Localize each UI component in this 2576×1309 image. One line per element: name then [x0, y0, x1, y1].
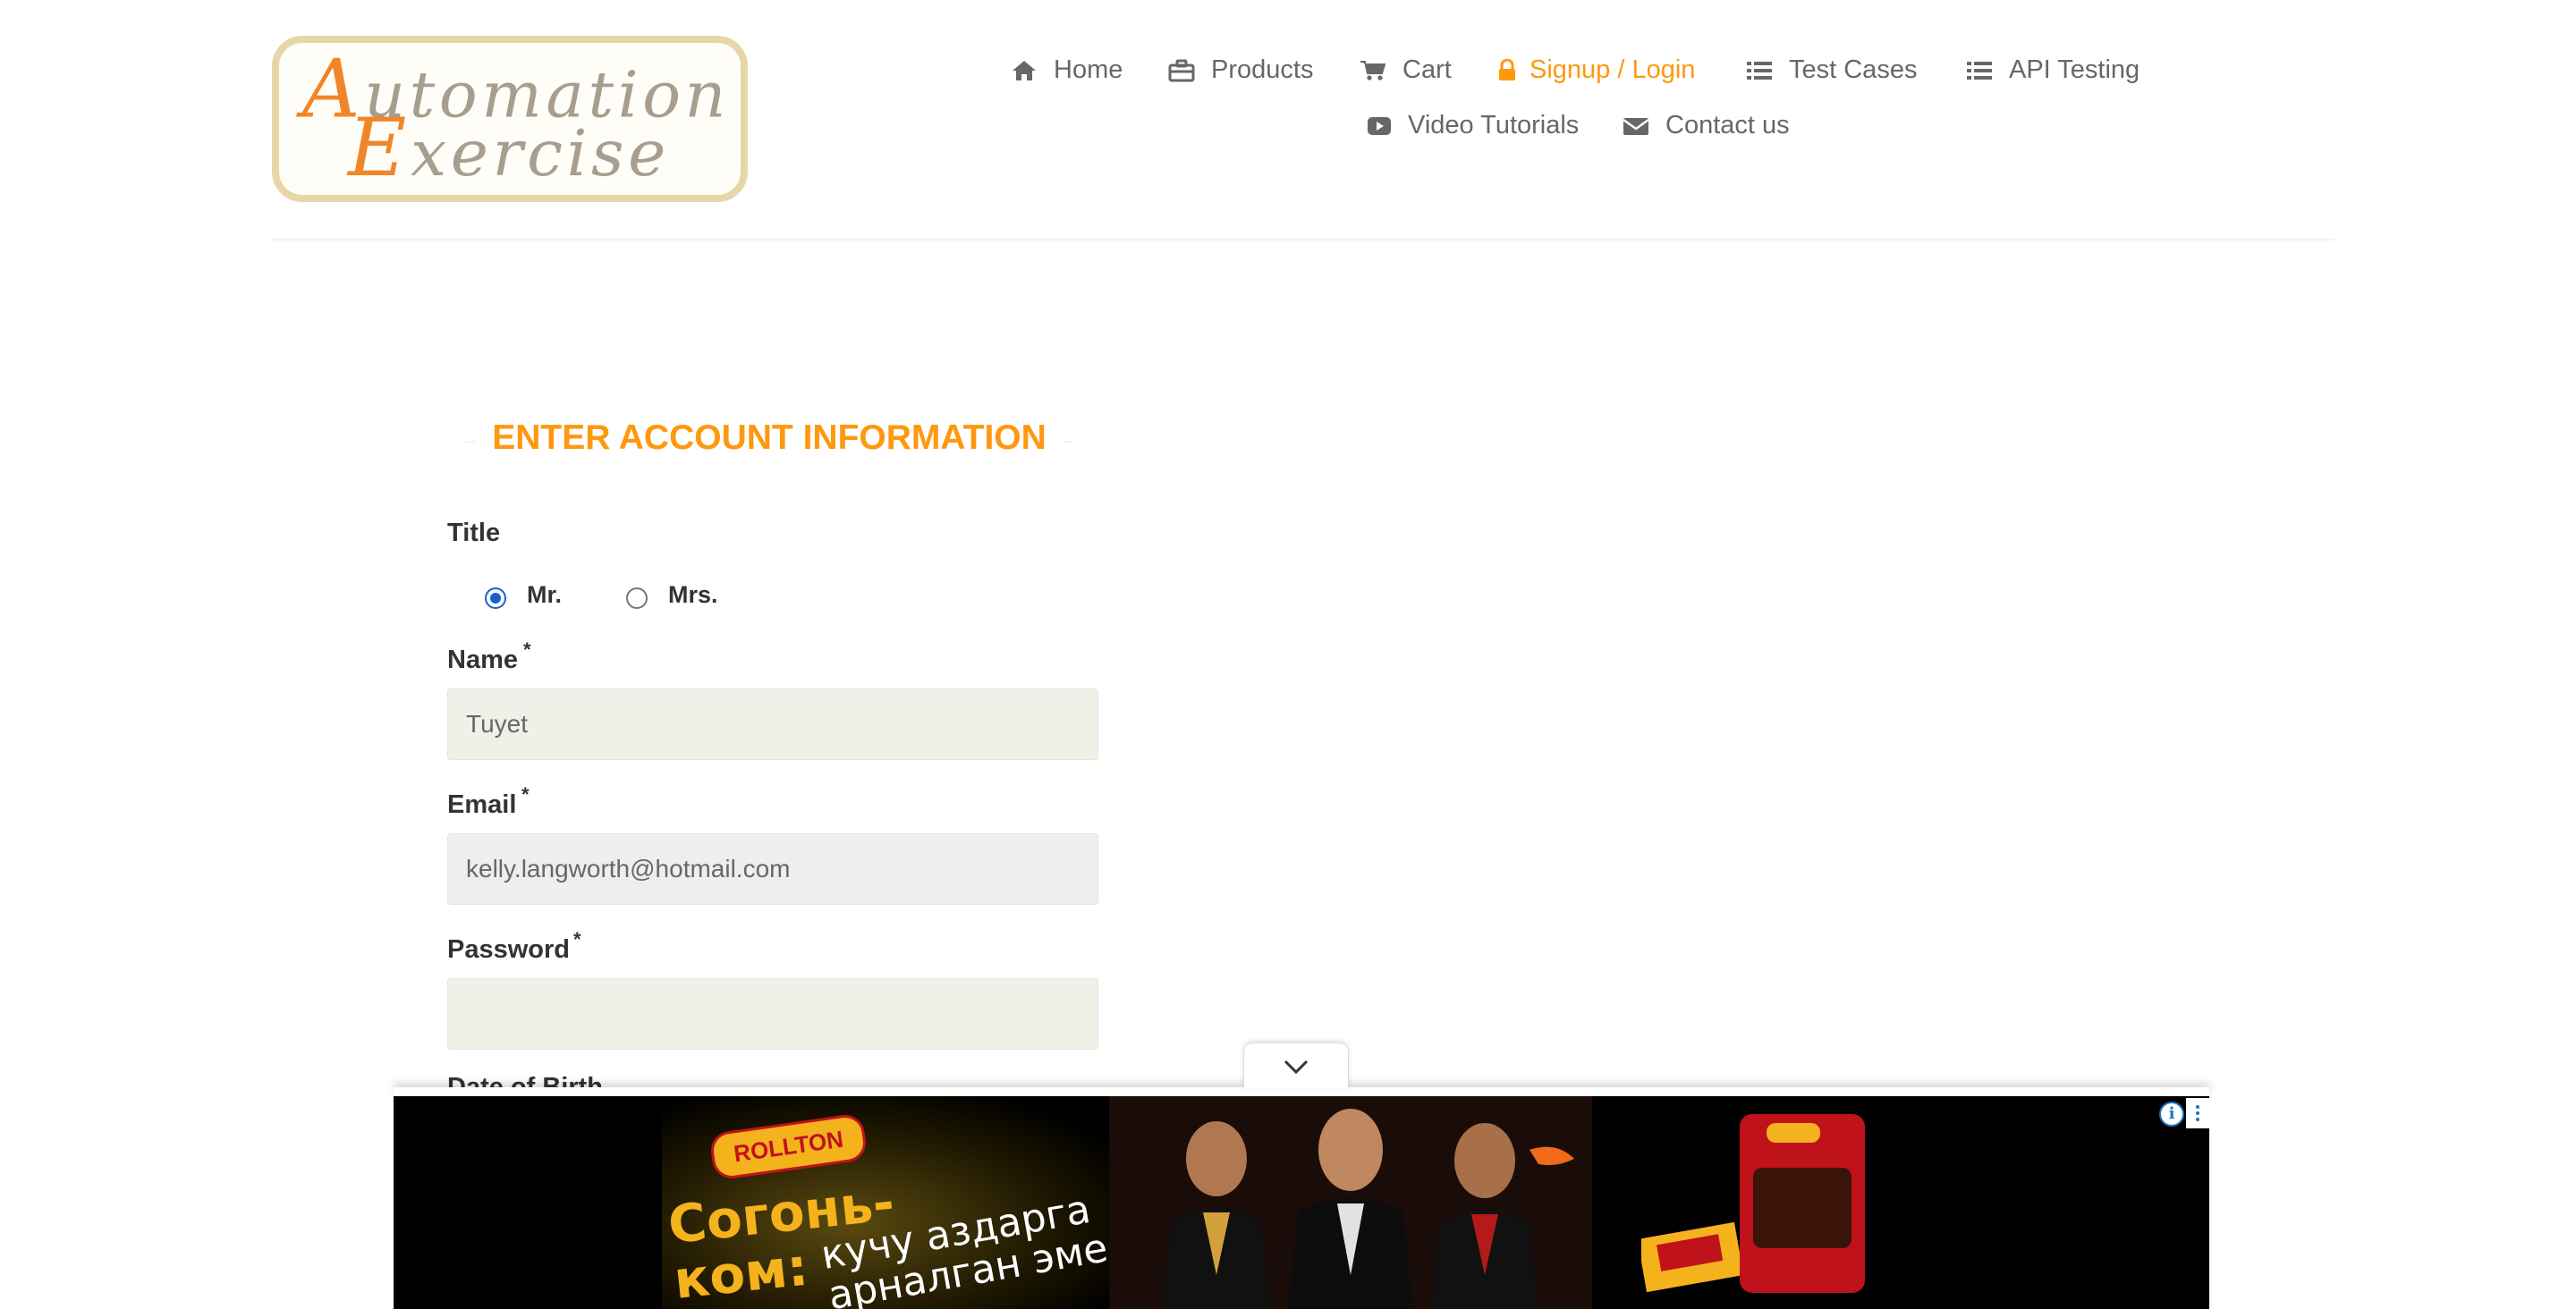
- nav-signup-login-label: Signup / Login: [1530, 55, 1696, 84]
- ad-people-image: [1109, 1096, 1592, 1309]
- header-divider: [272, 239, 2334, 241]
- password-required-mark: *: [573, 928, 581, 950]
- name-input[interactable]: Tuyet: [447, 688, 1098, 760]
- chevron-down-icon: [1284, 1060, 1309, 1074]
- title-label: Title: [447, 519, 501, 547]
- lock-icon: [1499, 58, 1515, 80]
- logo-graphic: Automation Exercise: [296, 43, 726, 195]
- nav-cart-label: Cart: [1402, 55, 1452, 84]
- nav-home[interactable]: Home: [1011, 55, 1123, 85]
- nav-products[interactable]: Products: [1168, 55, 1313, 85]
- nav-api-testing-label: API Testing: [2009, 55, 2140, 84]
- nav-test-cases[interactable]: Test Cases: [1746, 55, 1917, 85]
- nav-contact-us-label: Contact us: [1665, 111, 1790, 139]
- nav-api-testing[interactable]: API Testing: [1966, 55, 2140, 85]
- email-required-mark: *: [521, 783, 530, 806]
- name-label: Name: [447, 646, 518, 674]
- ad-product-pack-image: [1641, 1114, 1865, 1293]
- home-icon: [1013, 60, 1036, 80]
- ad-options-icon[interactable]: [2186, 1098, 2209, 1128]
- email-label: Email: [447, 790, 517, 819]
- password-label: Password: [447, 935, 570, 964]
- list-icon: [1747, 61, 1772, 80]
- title-mr-label[interactable]: Mr.: [527, 581, 562, 609]
- ad-info-icon[interactable]: i: [2159, 1102, 2184, 1127]
- name-required-mark: *: [523, 638, 531, 661]
- nav-cart[interactable]: Cart: [1360, 55, 1452, 85]
- briefcase-icon: [1168, 59, 1195, 81]
- ad-banner[interactable]: ROLLTON Согонь- ком: кучу аздарга арналг…: [394, 1096, 2209, 1309]
- nav-test-cases-label: Test Cases: [1789, 55, 1918, 84]
- envelope-icon: [1623, 117, 1649, 135]
- nav-signup-login[interactable]: Signup / Login: [1497, 55, 1695, 85]
- nav-video-tutorials[interactable]: Video Tutorials: [1367, 111, 1579, 140]
- title-mrs-radio[interactable]: [626, 587, 648, 609]
- site-logo[interactable]: Automation Exercise: [272, 36, 748, 202]
- email-input[interactable]: kelly.langworth@hotmail.com: [447, 833, 1098, 905]
- list-icon: [1967, 61, 1992, 80]
- ad-options-dot: [2196, 1118, 2199, 1121]
- ad-collapse-button[interactable]: [1243, 1043, 1349, 1089]
- nav-contact-us[interactable]: Contact us: [1623, 111, 1790, 140]
- nav-home-label: Home: [1054, 55, 1123, 84]
- ad-options-dot: [2196, 1105, 2199, 1109]
- title-mr-radio[interactable]: [485, 587, 506, 609]
- nav-video-tutorials-label: Video Tutorials: [1408, 111, 1580, 139]
- ad-options-dot: [2196, 1111, 2199, 1115]
- cart-icon: [1360, 60, 1386, 80]
- password-input[interactable]: [447, 978, 1098, 1050]
- title-mrs-label[interactable]: Mrs.: [668, 581, 718, 609]
- nav-products-label: Products: [1211, 55, 1314, 84]
- form-heading: ENTER ACCOUNT INFORMATION: [465, 418, 1073, 458]
- logo-line-2: Exercise: [346, 102, 670, 195]
- youtube-play-icon: [1368, 116, 1391, 135]
